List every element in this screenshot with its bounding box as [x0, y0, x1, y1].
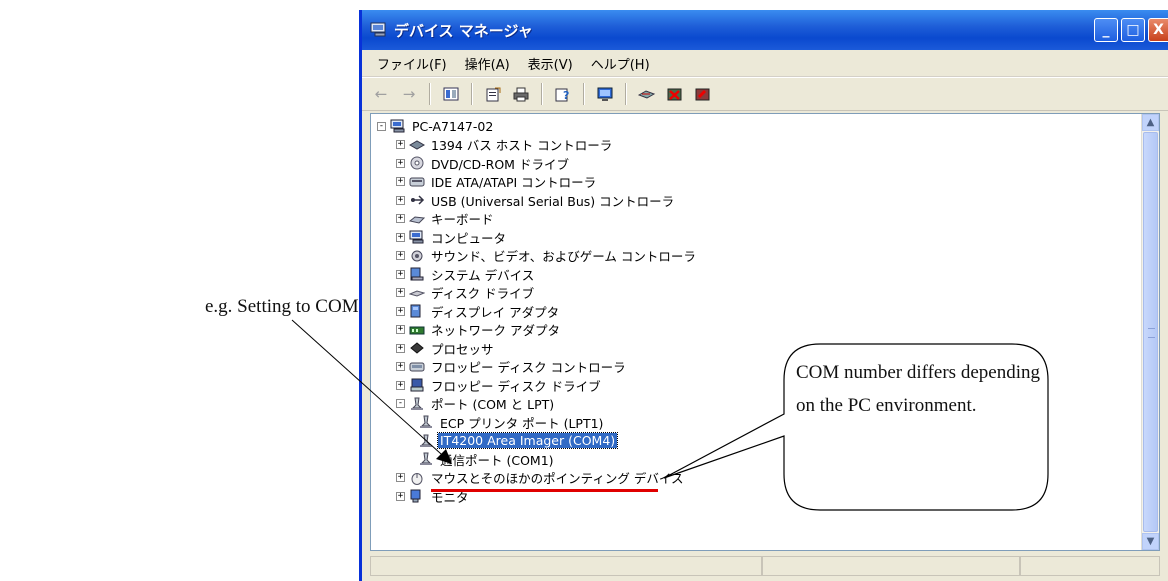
callout-text: COM number differs depending on the PC e… — [796, 362, 1040, 416]
annotation-overlay — [291, 319, 1049, 511]
pointer-line — [291, 319, 451, 463]
